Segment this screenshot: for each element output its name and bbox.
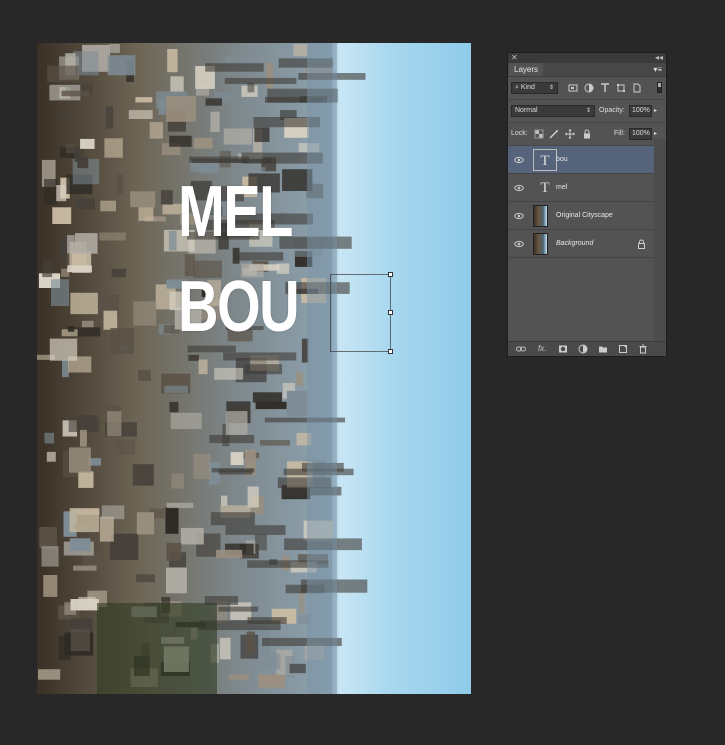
fx-icon[interactable]: fx.: [538, 344, 548, 354]
layer-row-mel[interactable]: T mel: [508, 174, 656, 202]
layer-row-original-cityscape[interactable]: Original Cityscape: [508, 202, 656, 230]
chevron-updown-icon: ⇕: [548, 85, 554, 91]
transform-handle-middle-right[interactable]: [388, 310, 393, 315]
image-layer-thumbnail: [533, 205, 548, 227]
blend-opacity-row: Normal ⇕ Opacity: 100% ▸: [508, 100, 666, 123]
layer-row-background[interactable]: Background: [508, 230, 656, 258]
layer-list-scrollbar[interactable]: [654, 139, 666, 347]
lock-all-icon[interactable]: [582, 129, 592, 139]
layer-name[interactable]: bou: [556, 146, 568, 174]
tab-layers[interactable]: Layers: [509, 63, 544, 76]
filter-kind-select[interactable]: ⌕ Kind ⇕: [511, 82, 558, 94]
panel-bottom-toolbar: fx.: [508, 341, 666, 356]
cityscape-photo: [37, 43, 471, 694]
close-icon[interactable]: ✕: [511, 53, 518, 63]
layer-filter-row: ⌕ Kind ⇕: [508, 77, 666, 100]
transform-bounding-box[interactable]: [330, 272, 393, 354]
filter-pixel-icon[interactable]: [568, 83, 578, 93]
image-layer-thumbnail: [533, 233, 548, 255]
filter-smart-object-icon[interactable]: [632, 83, 642, 93]
adjustment-layer-icon[interactable]: [578, 344, 588, 354]
panel-title-bar: ✕ ◂◂: [508, 53, 666, 63]
lock-transparent-pixels-icon[interactable]: [534, 129, 544, 139]
delete-layer-icon[interactable]: [638, 344, 648, 354]
eye-icon[interactable]: [514, 211, 524, 221]
opacity-field[interactable]: 100%: [629, 105, 652, 117]
layer-name[interactable]: mel: [556, 174, 567, 202]
layer-row-bou[interactable]: T bou: [508, 146, 656, 174]
chevron-updown-icon: ⇕: [585, 108, 591, 114]
layer-name[interactable]: Original Cityscape: [556, 202, 613, 230]
layer-list: T bou T mel Original Cityscape Backgroun…: [508, 146, 666, 354]
panel-menu-icon[interactable]: ▾≡: [653, 64, 662, 75]
filter-kind-label: Kind: [520, 84, 535, 91]
filter-shape-icon[interactable]: [616, 83, 626, 93]
blend-mode-select[interactable]: Normal ⇕: [511, 105, 595, 117]
fill-field[interactable]: 100%: [629, 128, 652, 140]
lock-image-pixels-icon[interactable]: [549, 129, 559, 139]
lock-label: Lock:: [511, 130, 528, 137]
transform-handle-top-right[interactable]: [388, 272, 393, 277]
filter-type-icon[interactable]: [600, 83, 610, 93]
document-canvas[interactable]: MEL BOU: [37, 43, 471, 694]
lock-position-icon[interactable]: [565, 129, 575, 139]
new-layer-icon[interactable]: [618, 344, 628, 354]
fill-label: Fill:: [614, 130, 625, 137]
filter-adjustment-icon[interactable]: [584, 83, 594, 93]
blend-mode-value: Normal: [515, 107, 538, 114]
opacity-label: Opacity:: [599, 107, 625, 114]
eye-icon[interactable]: [514, 155, 524, 165]
text-layer-thumbnail-icon: T: [540, 180, 550, 196]
filter-toggle-switch[interactable]: [657, 82, 662, 93]
text-layer-mel[interactable]: MEL: [178, 176, 293, 248]
lock-icon: [638, 239, 645, 249]
layer-name[interactable]: Background: [556, 230, 593, 258]
transform-handle-bottom-right[interactable]: [388, 349, 393, 354]
link-layers-icon[interactable]: [516, 344, 526, 354]
add-mask-icon[interactable]: [558, 344, 568, 354]
eye-icon[interactable]: [514, 239, 524, 249]
opacity-slider-arrow-icon[interactable]: ▸: [654, 105, 657, 117]
new-group-icon[interactable]: [598, 344, 608, 354]
panel-tab-bar: Layers ▾≡: [508, 63, 666, 77]
text-layer-thumbnail-icon: T: [533, 149, 557, 171]
collapse-panel-icon[interactable]: ◂◂: [655, 53, 663, 63]
text-layer-bou[interactable]: BOU: [178, 271, 300, 343]
eye-icon[interactable]: [514, 183, 524, 193]
layers-panel: ✕ ◂◂ Layers ▾≡ ⌕ Kind ⇕ Normal ⇕ Opacity…: [507, 52, 667, 357]
lock-fill-row: Lock: Fill: 100% ▸: [508, 123, 666, 146]
